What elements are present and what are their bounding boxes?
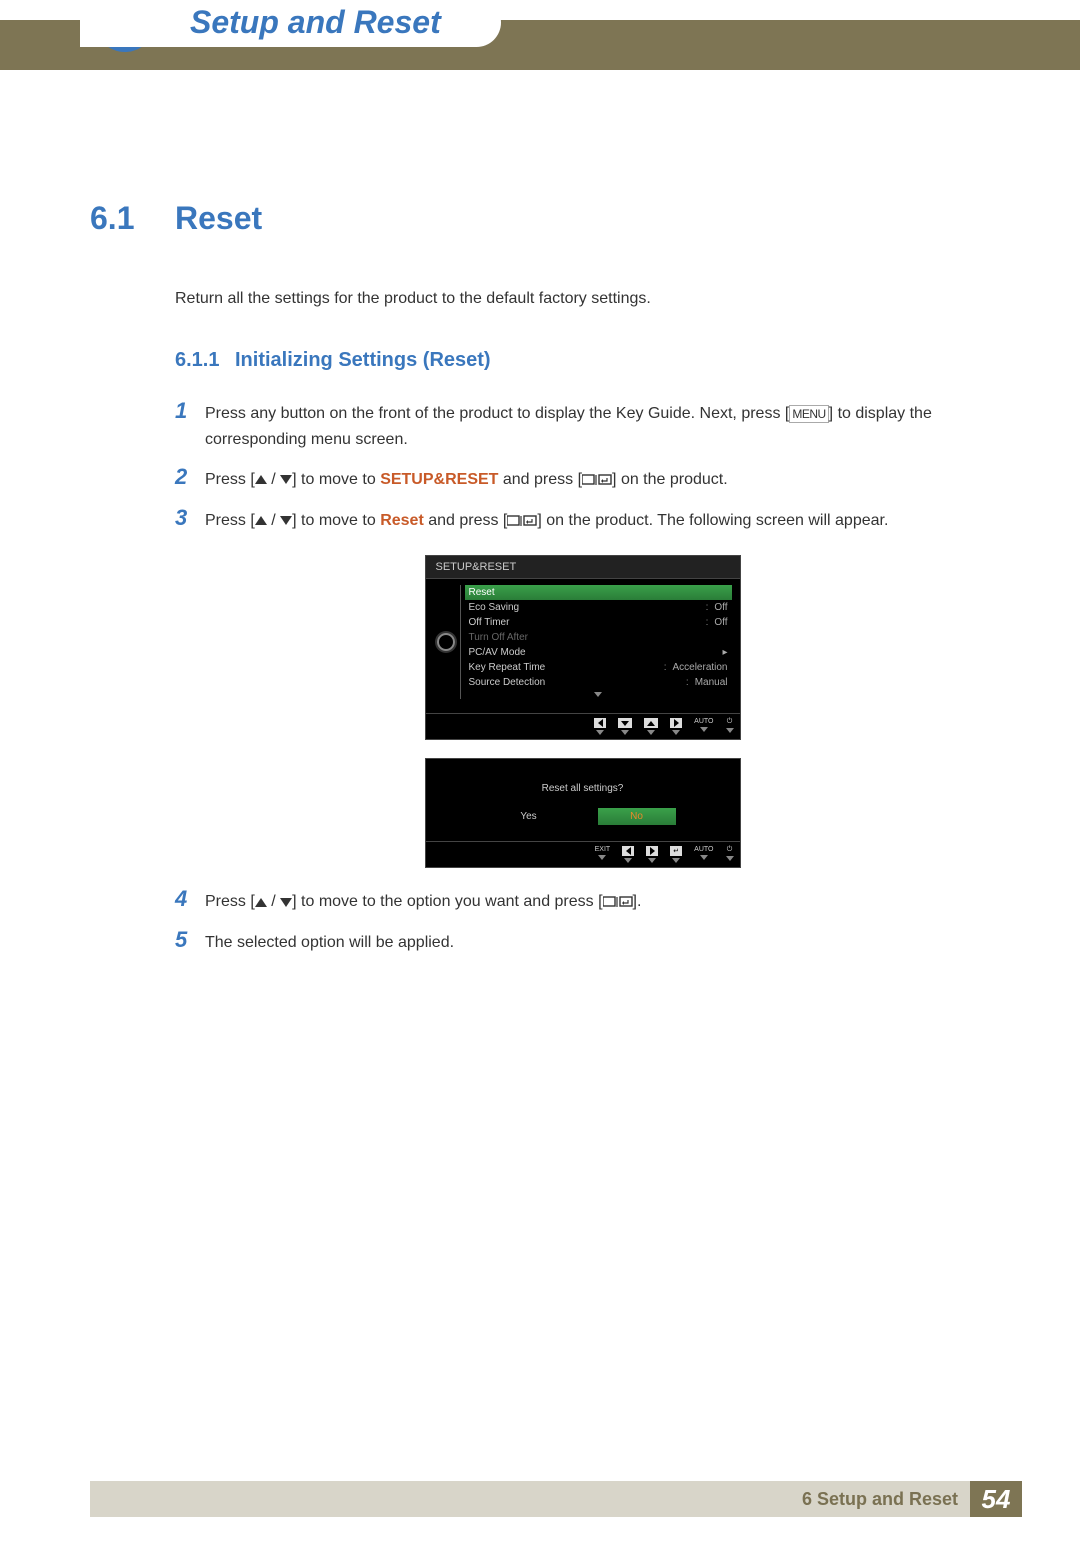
enter-source-icon	[603, 896, 633, 908]
step-number: 4	[175, 886, 205, 912]
subsection-title: Initializing Settings (Reset)	[235, 349, 491, 372]
page-number: 54	[970, 1481, 1022, 1517]
osd-list: Reset Eco Saving:Off Off Timer:Off Turn …	[460, 585, 732, 699]
step-text: Press any button on the front of the pro…	[205, 401, 990, 452]
osd-btn-auto: AUTO	[694, 846, 713, 863]
osd-btn-left	[622, 846, 634, 863]
osd-confirm-yes: Yes	[490, 808, 568, 825]
step-text: Press [ / ] to move to SETUP&RESET and p…	[205, 467, 728, 493]
up-arrow-icon	[255, 898, 267, 907]
step-text: The selected option will be applied.	[205, 930, 454, 956]
enter-source-icon	[507, 515, 537, 527]
subsection-heading: 6.1.1 Initializing Settings (Reset)	[175, 349, 990, 372]
osd-btn-auto: AUTO	[694, 718, 713, 735]
step-text: Press [ / ] to move to the option you wa…	[205, 889, 641, 915]
section-title: Reset	[175, 200, 262, 237]
down-arrow-icon	[280, 475, 292, 484]
osd-btn-enter: ↵	[670, 846, 682, 863]
osd2-footer: EXIT ↵ AUTO ⏻	[426, 841, 740, 867]
osd-btn-right	[670, 718, 682, 735]
osd-item-reset: Reset	[465, 585, 732, 600]
osd-confirm-no: No	[598, 808, 676, 825]
osd-btn-exit: EXIT	[595, 846, 611, 863]
keyword-reset: Reset	[380, 512, 424, 529]
step-number: 2	[175, 464, 205, 490]
gear-icon	[437, 633, 455, 651]
power-icon: ⏻	[727, 718, 733, 726]
title-bar: Setup and Reset	[80, 0, 501, 47]
step-number: 3	[175, 505, 205, 531]
step-5: 5 The selected option will be applied.	[175, 927, 990, 956]
up-arrow-icon	[255, 516, 267, 525]
step-3: 3 Press [ / ] to move to Reset and press…	[175, 505, 990, 534]
osd-screenshot-1: SETUP&RESET Reset Eco Saving:Off Off Tim…	[425, 555, 741, 868]
osd-btn-right	[646, 846, 658, 863]
page-header: Setup and Reset	[0, 20, 1080, 70]
power-icon: ⏻	[727, 846, 733, 854]
scroll-down-icon	[465, 690, 732, 699]
step-number: 5	[175, 927, 205, 953]
enter-source-icon	[582, 474, 612, 486]
step-4: 4 Press [ / ] to move to the option you …	[175, 886, 990, 915]
step-1: 1 Press any button on the front of the p…	[175, 398, 990, 452]
submenu-arrow-icon: ▸	[718, 647, 728, 658]
section-number: 6.1	[90, 200, 175, 237]
footer-chapter-title: 6 Setup and Reset	[802, 1489, 958, 1510]
keyword-setup-reset: SETUP&RESET	[380, 471, 498, 488]
step-text: Press [ / ] to move to Reset and press […	[205, 508, 888, 534]
section-description: Return all the settings for the product …	[175, 287, 990, 311]
osd-item-pc-av-mode: PC/AV Mode▸	[465, 645, 732, 660]
osd-confirm-question: Reset all settings?	[426, 777, 740, 808]
down-arrow-icon	[280, 516, 292, 525]
osd-btn-power: ⏻	[726, 718, 734, 735]
content: 6.1 Reset Return all the settings for th…	[0, 70, 1080, 956]
menu-key-icon: MENU	[789, 405, 828, 423]
osd-footer: AUTO ⏻	[426, 713, 740, 739]
osd-btn-left	[594, 718, 606, 735]
section-heading: 6.1 Reset	[90, 200, 990, 237]
step-number: 1	[175, 398, 205, 424]
step-2: 2 Press [ / ] to move to SETUP&RESET and…	[175, 464, 990, 493]
osd-category-icon	[432, 585, 460, 699]
osd-item-eco-saving: Eco Saving:Off	[465, 600, 732, 615]
osd-title: SETUP&RESET	[426, 556, 740, 579]
page-footer: 6 Setup and Reset 54	[90, 1481, 1022, 1517]
steps-list: 1 Press any button on the front of the p…	[175, 398, 990, 956]
down-arrow-icon	[280, 898, 292, 907]
osd-item-key-repeat: Key Repeat Time:Acceleration	[465, 660, 732, 675]
subsection-number: 6.1.1	[175, 349, 235, 372]
up-arrow-icon	[255, 475, 267, 484]
osd-item-off-timer: Off Timer:Off	[465, 615, 732, 630]
osd-btn-up	[644, 718, 658, 735]
osd-screenshot-2: Reset all settings? Yes No EXIT ↵ AUTO ⏻	[425, 758, 741, 868]
page-title: Setup and Reset	[190, 4, 441, 40]
osd-item-turn-off-after: Turn Off After	[465, 630, 732, 645]
osd-btn-power: ⏻	[726, 846, 734, 863]
osd-item-source-detection: Source Detection:Manual	[465, 675, 732, 690]
osd-btn-down	[618, 718, 632, 735]
